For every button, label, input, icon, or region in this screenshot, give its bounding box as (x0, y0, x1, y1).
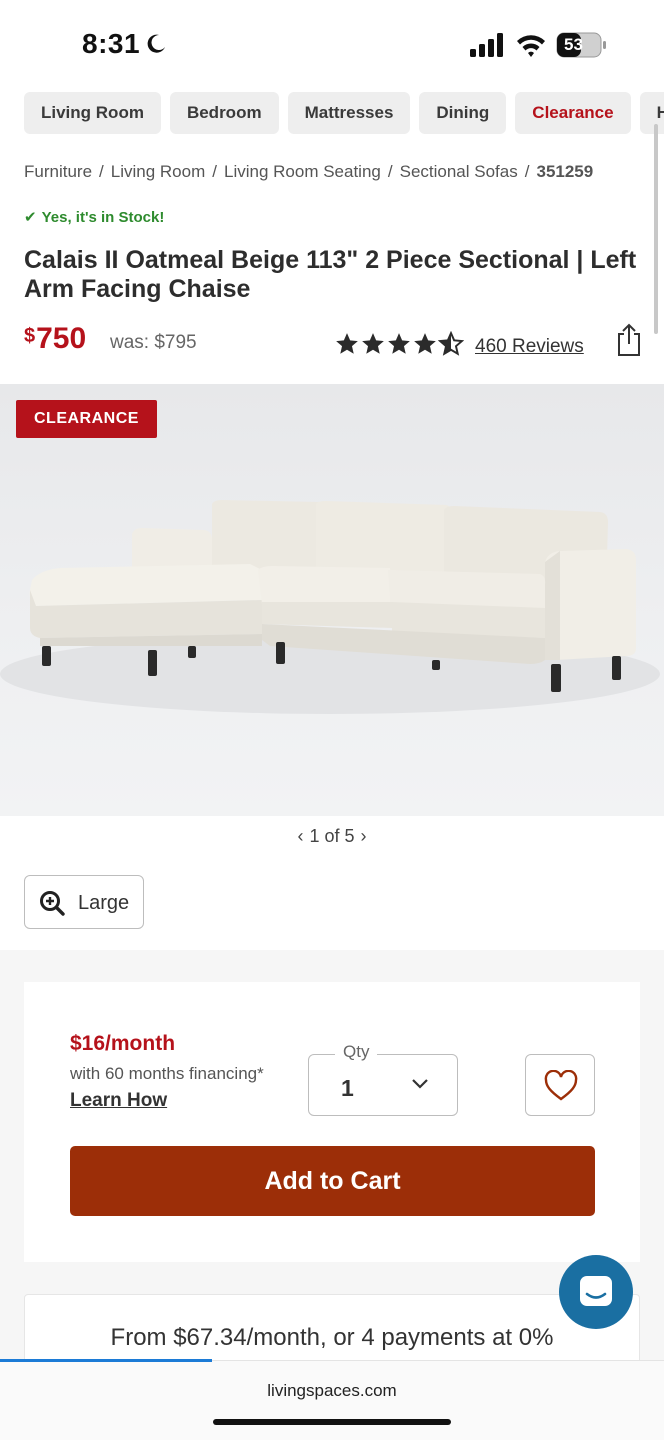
breadcrumb: Furniture / Living Room / Living Room Seatin… (24, 162, 593, 182)
nav-clearance[interactable]: Clearance (515, 92, 631, 134)
quantity-select[interactable]: Qty 1 (308, 1042, 458, 1116)
half-star-icon (437, 330, 465, 356)
breadcrumb-furniture[interactable]: Furniture (24, 162, 92, 181)
breadcrumb-sectional-sofas[interactable]: Sectional Sofas (400, 162, 518, 181)
pager-text: 1 of 5 (309, 826, 355, 846)
breadcrumb-living-room[interactable]: Living Room (111, 162, 206, 181)
breadcrumb-sku: 351259 (536, 162, 594, 181)
qty-label: Qty (335, 1042, 378, 1062)
url-display[interactable]: livingspaces.com (0, 1381, 664, 1401)
battery-icon: 53 (556, 32, 608, 58)
browser-bar: livingspaces.com (0, 1360, 664, 1440)
status-time: 8:31 (82, 28, 141, 59)
heart-icon (544, 1070, 578, 1101)
image-pager: ‹ 1 of 5 › (0, 826, 664, 847)
qty-value: 1 (341, 1075, 354, 1101)
wishlist-button[interactable] (525, 1054, 595, 1116)
status-bar: 8:31 53 (0, 0, 664, 86)
chevron-down-icon (412, 1079, 428, 1089)
check-icon: ✔ (24, 209, 37, 226)
breadcrumb-separator: / (99, 162, 104, 181)
financing-note: with 60 months financing* (70, 1064, 264, 1083)
chat-icon (580, 1276, 612, 1306)
purchase-card: $16/month with 60 months financing* Lear… (24, 982, 640, 1262)
page-load-progress (0, 1359, 213, 1362)
zoom-large-button[interactable]: Large (24, 875, 144, 929)
chat-button[interactable] (559, 1255, 633, 1329)
home-indicator[interactable] (213, 1419, 451, 1425)
stock-status: ✔ Yes, it's in Stock! (24, 208, 164, 226)
price-row: $750 was: $795 460 Reviews (24, 322, 644, 362)
was-price: was: $795 (110, 332, 197, 353)
add-to-cart-button[interactable]: Add to Cart (70, 1146, 595, 1216)
current-price: $750 (24, 322, 86, 356)
breadcrumb-separator: / (387, 162, 393, 181)
star-icon (388, 333, 410, 354)
nav-bedroom[interactable]: Bedroom (169, 92, 279, 134)
clearance-badge: CLEARANCE (16, 400, 157, 438)
category-nav: Living Room Bedroom Mattresses Dining Cleara… (24, 92, 664, 134)
prev-image-button[interactable]: ‹ (297, 826, 303, 847)
payment-options-text: From $67.34/month, or 4 payments at 0% (110, 1324, 554, 1351)
star-rating[interactable] (334, 330, 465, 357)
share-icon[interactable] (614, 322, 644, 358)
product-title: Calais II Oatmeal Beige 113" 2 Piece Sec… (24, 246, 637, 303)
learn-how-link[interactable]: Learn How (70, 1090, 167, 1112)
nav-living-room[interactable]: Living Room (24, 92, 161, 134)
next-image-button[interactable]: › (361, 826, 367, 847)
nav-home[interactable]: Home (639, 92, 664, 134)
nav-mattresses[interactable]: Mattresses (287, 92, 411, 134)
stock-text: Yes, it's in Stock! (41, 209, 165, 226)
product-image[interactable]: CLEARANCE (0, 384, 664, 816)
star-icon (336, 333, 358, 354)
nav-dining[interactable]: Dining (419, 92, 507, 134)
zoom-label: Large (78, 892, 130, 914)
battery-level: 53 (564, 35, 583, 54)
breadcrumb-separator: / (212, 162, 217, 181)
scrollbar[interactable] (654, 124, 658, 334)
breadcrumb-living-room-seating[interactable]: Living Room Seating (224, 162, 381, 181)
monthly-price: $16/month (70, 1032, 176, 1055)
signal-icon (470, 33, 503, 57)
zoom-in-icon (40, 891, 65, 916)
star-icon (362, 333, 384, 354)
reviews-link[interactable]: 460 Reviews (475, 336, 584, 358)
breadcrumb-separator: / (524, 162, 530, 181)
moon-icon (147, 34, 165, 53)
star-icon (414, 333, 436, 354)
price-value: 750 (36, 322, 87, 355)
sofa-illustration (0, 500, 660, 714)
currency-symbol: $ (24, 325, 36, 347)
wifi-icon (517, 35, 545, 57)
